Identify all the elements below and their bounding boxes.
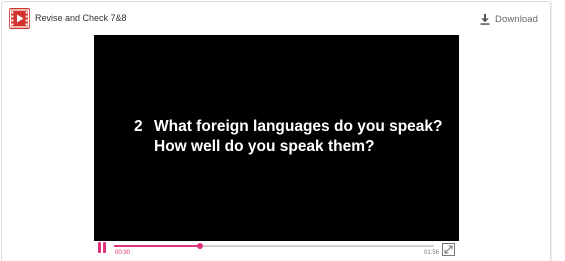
- pause-icon-bar: [103, 242, 106, 253]
- video-viewport[interactable]: 2 What foreign languages do you speak? H…: [94, 35, 459, 241]
- page-scrollbar[interactable]: [551, 0, 565, 261]
- current-time: 00:30: [115, 250, 131, 256]
- player-controls: 00:30 01:56: [94, 241, 459, 261]
- caption-line-2: How well do you speak them?: [154, 138, 375, 155]
- progress-track[interactable]: [114, 243, 434, 249]
- download-label: Download: [495, 13, 539, 25]
- progress-fill: [114, 245, 201, 247]
- caption-number: 2: [134, 118, 143, 135]
- fullscreen-icon: [442, 243, 455, 256]
- pause-button[interactable]: [97, 242, 107, 253]
- download-icon: [480, 13, 490, 25]
- pause-icon: [98, 242, 101, 253]
- caption-line-1: What foreign languages do you speak?: [154, 118, 443, 135]
- download-button[interactable]: Download: [480, 12, 538, 26]
- fullscreen-button[interactable]: [442, 243, 455, 256]
- video-file-icon: [9, 8, 30, 29]
- progress-handle[interactable]: [197, 243, 204, 249]
- video-title: Revise and Check 7&8: [35, 13, 127, 23]
- total-time: 01:56: [424, 250, 440, 256]
